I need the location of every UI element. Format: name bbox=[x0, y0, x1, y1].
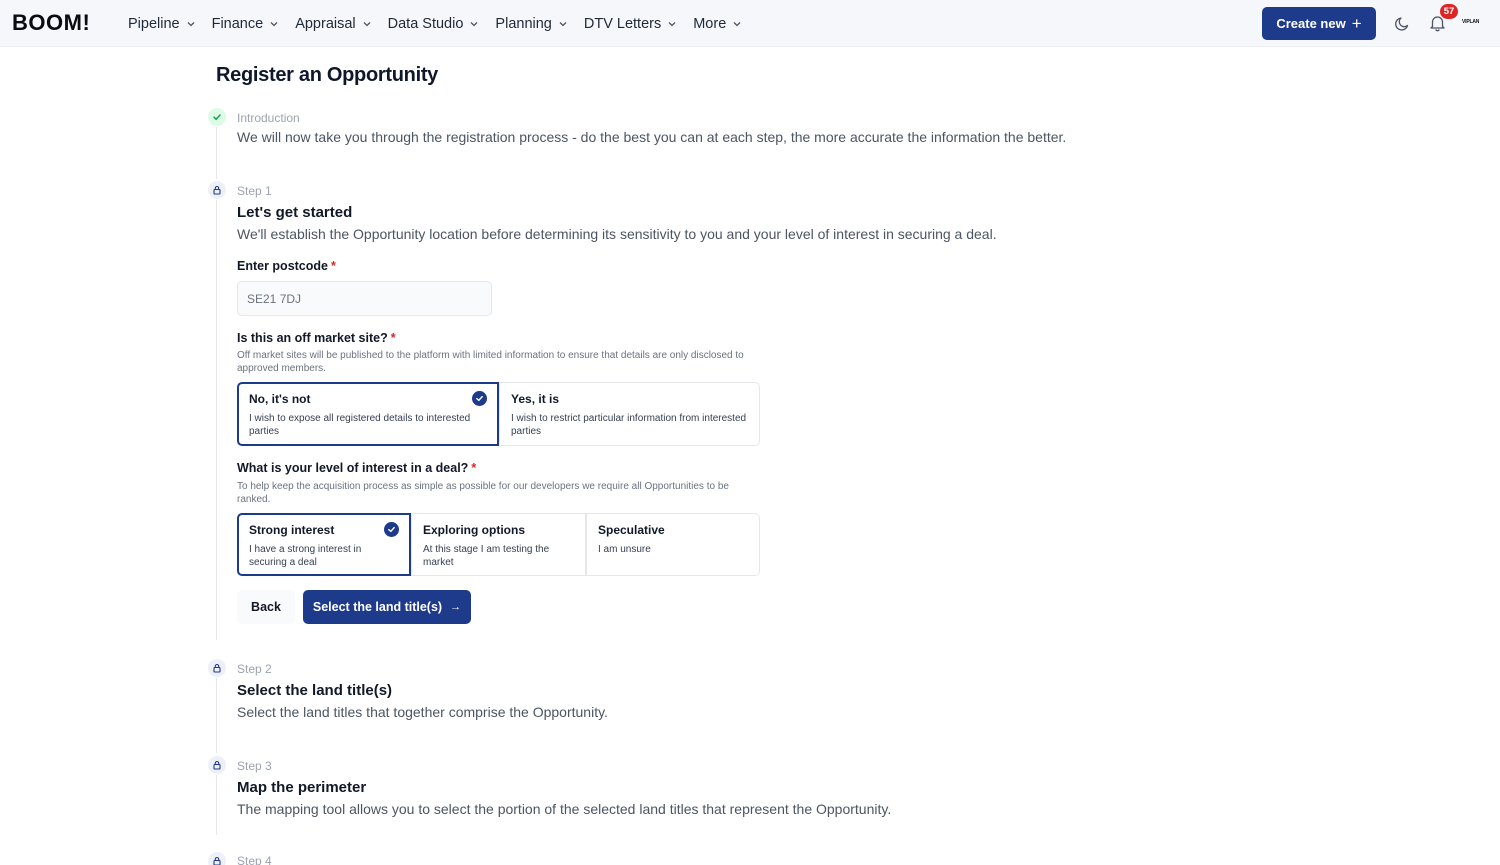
option-description: I wish to restrict particular informatio… bbox=[511, 413, 747, 437]
top-navbar: BOOM! Pipeline Finance Appraisal Data St… bbox=[0, 0, 1500, 47]
required-marker: * bbox=[471, 461, 477, 475]
option-description: I am unsure bbox=[598, 544, 651, 555]
off-market-label-text: Is this an off market site? bbox=[237, 331, 388, 345]
nav-planning-label: Planning bbox=[495, 15, 552, 32]
interest-label-text: What is your level of interest in a deal… bbox=[237, 461, 469, 475]
timeline-connector bbox=[216, 200, 217, 640]
nav-pipeline-label: Pipeline bbox=[128, 15, 180, 32]
step2-label: Step 2 bbox=[237, 662, 272, 676]
select-land-titles-button[interactable]: Select the land title(s) → bbox=[303, 590, 471, 624]
nav-pipeline[interactable]: Pipeline bbox=[128, 16, 196, 32]
step1-title: Let's get started bbox=[237, 204, 353, 221]
next-button-label: Select the land title(s) bbox=[312, 600, 443, 614]
interest-options: Strong interest I have a strong interest… bbox=[237, 513, 760, 576]
postcode-label: Enter postcode * bbox=[237, 259, 336, 273]
nav-data-studio[interactable]: Data Studio bbox=[388, 16, 480, 32]
timeline-connector bbox=[216, 678, 217, 753]
nav-dtv-letters-label: DTV Letters bbox=[583, 15, 662, 32]
check-circle-icon bbox=[472, 391, 487, 406]
nav-dtv-letters[interactable]: DTV Letters bbox=[584, 16, 677, 32]
chevron-down-icon bbox=[269, 19, 279, 29]
avatar[interactable]: VIPLAN bbox=[1462, 19, 1486, 27]
nav-appraisal-label: Appraisal bbox=[295, 15, 356, 32]
intro-label: Introduction bbox=[237, 111, 300, 125]
step2-description: Select the land titles that together com… bbox=[237, 704, 608, 720]
chevron-down-icon bbox=[558, 19, 568, 29]
intro-description: We will now take you through the registr… bbox=[237, 129, 1067, 145]
page-title: Register an Opportunity bbox=[216, 64, 439, 86]
option-description: I wish to expose all registered details … bbox=[249, 413, 471, 437]
step3-description: The mapping tool allows you to select th… bbox=[237, 801, 892, 817]
chevron-down-icon bbox=[732, 19, 742, 29]
option-title: Speculative bbox=[598, 523, 665, 537]
lock-icon bbox=[208, 756, 226, 774]
nav-planning[interactable]: Planning bbox=[495, 16, 567, 32]
step2-title: Select the land title(s) bbox=[237, 682, 393, 699]
option-strong-interest[interactable]: Strong interest I have a strong interest… bbox=[237, 513, 411, 576]
off-market-label: Is this an off market site? * bbox=[237, 331, 396, 345]
nav-more[interactable]: More bbox=[693, 16, 742, 32]
nav-more-label: More bbox=[693, 15, 727, 32]
nav-data-studio-label: Data Studio bbox=[387, 15, 464, 32]
timeline-connector bbox=[216, 127, 217, 179]
boom-logo[interactable]: BOOM! bbox=[12, 10, 90, 36]
create-new-button[interactable]: Create new + bbox=[1262, 7, 1376, 40]
option-description: I have a strong interest in securing a d… bbox=[249, 544, 362, 568]
lock-icon bbox=[208, 659, 226, 677]
chevron-down-icon bbox=[186, 19, 196, 29]
postcode-label-text: Enter postcode bbox=[237, 259, 328, 273]
interest-help: To help keep the acquisition process as … bbox=[237, 481, 729, 505]
step1-label: Step 1 bbox=[237, 184, 272, 198]
option-title: No, it's not bbox=[249, 392, 311, 406]
required-marker: * bbox=[390, 331, 396, 345]
step3-title: Map the perimeter bbox=[237, 779, 367, 796]
create-new-label: Create new bbox=[1276, 16, 1346, 31]
step3-label: Step 3 bbox=[237, 759, 272, 773]
off-market-help: Off market sites will be published to th… bbox=[237, 350, 744, 374]
option-title: Strong interest bbox=[249, 523, 335, 537]
moon-icon[interactable] bbox=[1394, 15, 1411, 32]
option-off-market[interactable]: Yes, it is I wish to restrict particular… bbox=[499, 382, 760, 446]
step1-description: We'll establish the Opportunity location… bbox=[237, 226, 997, 242]
postcode-input[interactable] bbox=[237, 281, 492, 316]
chevron-down-icon bbox=[362, 19, 372, 29]
step4-label: Step 4 bbox=[237, 854, 272, 865]
plus-icon: + bbox=[1351, 14, 1362, 33]
chevron-down-icon bbox=[469, 19, 479, 29]
timeline-connector bbox=[216, 775, 217, 835]
lock-icon bbox=[208, 181, 226, 199]
nav-finance-label: Finance bbox=[211, 15, 264, 32]
required-marker: * bbox=[331, 259, 336, 273]
arrow-right-icon: → bbox=[450, 601, 462, 613]
check-circle-icon bbox=[384, 522, 399, 537]
nav-finance[interactable]: Finance bbox=[212, 16, 280, 32]
back-button[interactable]: Back bbox=[237, 590, 295, 624]
option-title: Yes, it is bbox=[511, 392, 560, 406]
option-title: Exploring options bbox=[423, 523, 525, 537]
option-description: At this stage I am testing the market bbox=[423, 544, 550, 568]
interest-label: What is your level of interest in a deal… bbox=[237, 461, 476, 475]
option-speculative[interactable]: Speculative I am unsure bbox=[586, 513, 760, 576]
notification-badge: 57 bbox=[1440, 4, 1458, 19]
check-icon bbox=[208, 108, 226, 126]
chevron-down-icon bbox=[667, 19, 677, 29]
nav-appraisal[interactable]: Appraisal bbox=[295, 16, 371, 32]
option-not-off-market[interactable]: No, it's not I wish to expose all regist… bbox=[237, 382, 499, 446]
lock-icon bbox=[208, 852, 226, 865]
option-exploring-options[interactable]: Exploring options At this stage I am tes… bbox=[411, 513, 586, 576]
main-nav: Pipeline Finance Appraisal Data Studio P… bbox=[128, 0, 758, 47]
off-market-options: No, it's not I wish to expose all regist… bbox=[237, 382, 760, 446]
